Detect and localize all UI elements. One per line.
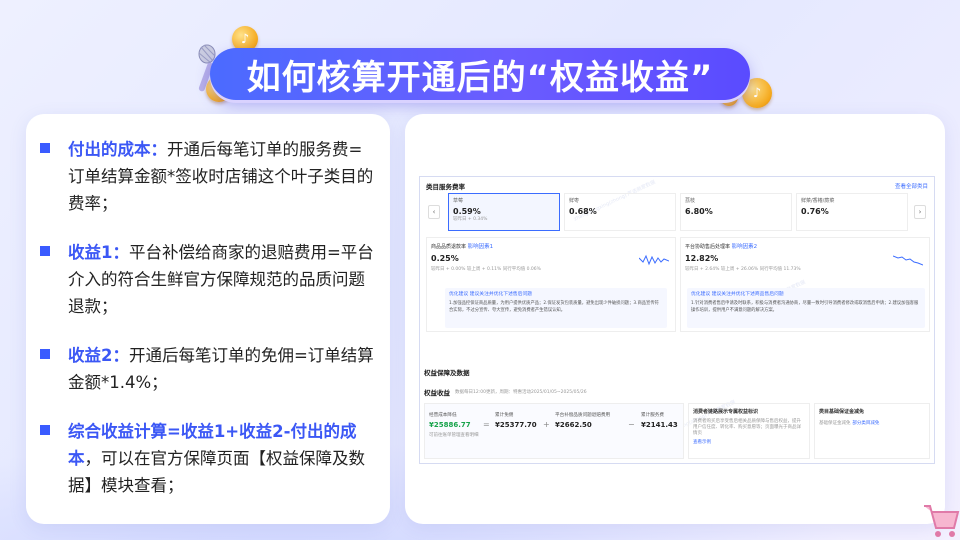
rate-section-title: 类目服务费率 bbox=[426, 183, 465, 191]
list-item: 综合收益计算=收益1+收益2-付出的成本，可以在官方保障页面【权益保障及数据】模… bbox=[40, 418, 378, 499]
view-all-link[interactable]: 查看全部类目 bbox=[895, 182, 928, 190]
panel-title: 平台协助售后处理率 影响因素2 bbox=[685, 242, 925, 250]
panel-detail: 较昨日 + 0.00% 较上周 + 0.11% 同行平均值 0.06% bbox=[431, 267, 541, 272]
panel-name: 平台协助售后处理率 bbox=[685, 244, 731, 250]
benefit-subheader: 权益收益 数据每日12:00更新，周期：特惠活动2025/01/05~2025/… bbox=[424, 387, 587, 397]
tab-name: 鲜菜/香椿/蕨菜 bbox=[801, 198, 835, 204]
panel-title: 商品品质退款率 影响因素1 bbox=[431, 242, 671, 250]
metric-value: ¥25886.77 bbox=[429, 421, 471, 429]
tab-name: 鲜枣 bbox=[569, 198, 580, 204]
item-text: 综合收益计算=收益1+收益2-付出的成本，可以在官方保障页面【权益保障及数据】模… bbox=[68, 418, 378, 499]
item-text: 付出的成本：开通后每笔订单的服务费=订单结算金额*签收时店铺这个叶子类目的费率； bbox=[68, 136, 378, 217]
bullet-icon bbox=[40, 143, 50, 153]
list-item: 收益2：开通后每笔订单的免佣=订单结算金额*1.4%； bbox=[40, 342, 378, 396]
list-item: 收益1：平台补偿给商家的退赔费用=平台介入的符合生鲜官方保障规范的品质问题退款； bbox=[40, 239, 378, 320]
trend-sparkline-icon bbox=[639, 254, 669, 266]
title-banner: ♪ ♪ ♪ ♪ 如何核算开通后的“权益收益” bbox=[190, 26, 772, 108]
benefit-subtitle: 权益收益 bbox=[424, 389, 450, 397]
tab-category[interactable]: 草莓 0.59% 较昨日 + 0.34% bbox=[448, 193, 560, 231]
metric-compensation: 平台补偿品质问题退赔费用 ¥2662.50 bbox=[555, 412, 621, 429]
tab-value: 0.59% bbox=[453, 207, 481, 216]
deposit-reduce-panel: 类目基础保证金减免 基础保证金减免 部分类目减免 bbox=[814, 403, 930, 459]
tip-title: 优化建议 建议关注并优化下述商品售后问题 bbox=[691, 292, 784, 297]
metric-label: 累计免佣 bbox=[495, 413, 514, 418]
tab-name: 荔枝 bbox=[685, 198, 696, 204]
reduce-row: 基础保证金减免 部分类目减免 bbox=[819, 419, 925, 426]
tip-text: 1.加强品控保证商品质量，为用户提供优质产品；2.保证发货包装质量，避免出现少件… bbox=[449, 301, 659, 313]
page-title: 如何核算开通后的“权益收益” bbox=[246, 57, 714, 98]
metric-total: 经营成本降低 ¥25886.77 可前往账单管理查看明细 bbox=[429, 412, 479, 438]
reduce-link[interactable]: 部分类目减免 bbox=[852, 421, 879, 426]
bullet-icon bbox=[40, 246, 50, 256]
dashboard-screenshot: zhanghongxing(zhong) 严选商家数据 zhanghongxin… bbox=[419, 176, 935, 464]
metric-label: 累计服务费 bbox=[641, 413, 664, 418]
item-body: ，可以在官方保障页面【权益保障及数据】模块查看； bbox=[68, 449, 365, 495]
metric-service-fee: 累计服务费 ¥2141.43 bbox=[641, 412, 678, 429]
tab-category[interactable]: 鲜枣 0.68% bbox=[564, 193, 676, 231]
service-link[interactable]: 查看示例 bbox=[693, 439, 805, 445]
explanation-card: 付出的成本：开通后每笔订单的服务费=订单结算金额*签收时店铺这个叶子类目的费率；… bbox=[26, 114, 390, 524]
tab-category[interactable]: 鲜菜/香椿/蕨菜 0.76% bbox=[796, 193, 908, 231]
equals-sign: = bbox=[483, 420, 490, 429]
panel-badge[interactable]: 影响因素1 bbox=[468, 244, 494, 250]
tip-title: 优化建议 建议关注并优化下述售后问题 bbox=[449, 292, 533, 297]
metric-label: 平台补偿品质问题退赔费用 bbox=[555, 413, 611, 418]
panel-badge[interactable]: 影响因素2 bbox=[732, 244, 758, 250]
minus-sign: − bbox=[628, 420, 635, 429]
plus-sign: + bbox=[543, 420, 550, 429]
item-label: 收益2： bbox=[68, 346, 129, 365]
benefit-metrics: 经营成本降低 ¥25886.77 可前往账单管理查看明细 = 累计免佣 ¥253… bbox=[424, 403, 684, 459]
item-text: 收益1：平台补偿给商家的退赔费用=平台介入的符合生鲜官方保障规范的品质问题退款； bbox=[68, 239, 378, 320]
reduce-title: 类目基础保证金减免 bbox=[819, 409, 865, 415]
service-text: 消费者购买后享受售后相关品质保障与售后权益，提升用户信任度、转化率、购买意愿等；… bbox=[693, 419, 801, 436]
bullet-icon bbox=[40, 349, 50, 359]
assist-rate-panel: 平台协助售后处理率 影响因素2 12.82% 较昨日 + 2.64% 较上周 +… bbox=[680, 237, 930, 332]
trend-sparkline-icon bbox=[893, 255, 923, 266]
tab-value: 0.68% bbox=[569, 207, 597, 216]
tab-name: 草莓 bbox=[453, 198, 464, 204]
prev-arrow-icon[interactable]: ‹ bbox=[428, 205, 440, 219]
reduce-text: 基础保证金减免 bbox=[819, 421, 851, 426]
metric-value: ¥25377.70 bbox=[495, 421, 537, 429]
metric-label: 经营成本降低 bbox=[429, 413, 457, 418]
panel-name: 商品品质退款率 bbox=[431, 244, 467, 250]
optimization-tip: 优化建议 建议关注并优化下述商品售后问题 1.针对消费者售后申请及时联系，积极与… bbox=[687, 288, 925, 328]
benefit-section-title: 权益保障及数据 bbox=[424, 369, 470, 377]
tab-category[interactable]: 荔枝 6.80% bbox=[680, 193, 792, 231]
panel-value: 12.82% bbox=[685, 254, 719, 263]
metric-commission: 累计免佣 ¥25377.70 bbox=[495, 412, 537, 429]
title-pill: 如何核算开通后的“权益收益” bbox=[210, 48, 750, 100]
service-title: 消费者链路展示专属权益标识 bbox=[693, 409, 759, 415]
tab-value: 0.76% bbox=[801, 207, 829, 216]
benefit-note: 数据每日12:00更新，周期：特惠活动2025/01/05~2025/05/26 bbox=[455, 390, 587, 395]
refund-rate-panel: 商品品质退款率 影响因素1 0.25% 较昨日 + 0.00% 较上周 + 0.… bbox=[426, 237, 676, 332]
panel-detail: 较昨日 + 2.64% 较上周 + 26.06% 同行平均值 11.73% bbox=[685, 267, 801, 272]
item-label: 付出的成本： bbox=[68, 140, 167, 159]
bullet-icon bbox=[40, 425, 50, 435]
metric-value: ¥2141.43 bbox=[641, 421, 678, 429]
shopping-cart-icon bbox=[924, 505, 960, 537]
tip-text: 1.针对消费者售后申请及时联系，积极与消费者沟通协商，尽量一致时引导消费者修改或… bbox=[691, 301, 919, 313]
tab-value: 6.80% bbox=[685, 207, 713, 216]
service-badge-panel: 消费者链路展示专属权益标识 消费者购买后享受售后相关品质保障与售后权益，提升用户… bbox=[688, 403, 810, 459]
screenshot-card: zhanghongxing(zhong) 严选商家数据 zhanghongxin… bbox=[405, 114, 945, 524]
metric-value: ¥2662.50 bbox=[555, 421, 592, 429]
optimization-tip: 优化建议 建议关注并优化下述售后问题 1.加强品控保证商品质量，为用户提供优质产… bbox=[445, 288, 667, 328]
list-item: 付出的成本：开通后每笔订单的服务费=订单结算金额*签收时店铺这个叶子类目的费率； bbox=[40, 136, 378, 217]
tab-sub: 较昨日 + 0.34% bbox=[453, 217, 488, 222]
metric-note[interactable]: 可前往账单管理查看明细 bbox=[429, 432, 479, 438]
next-arrow-icon[interactable]: › bbox=[914, 205, 926, 219]
item-label: 收益1： bbox=[68, 243, 129, 262]
panel-value: 0.25% bbox=[431, 254, 459, 263]
item-text: 收益2：开通后每笔订单的免佣=订单结算金额*1.4%； bbox=[68, 342, 378, 396]
